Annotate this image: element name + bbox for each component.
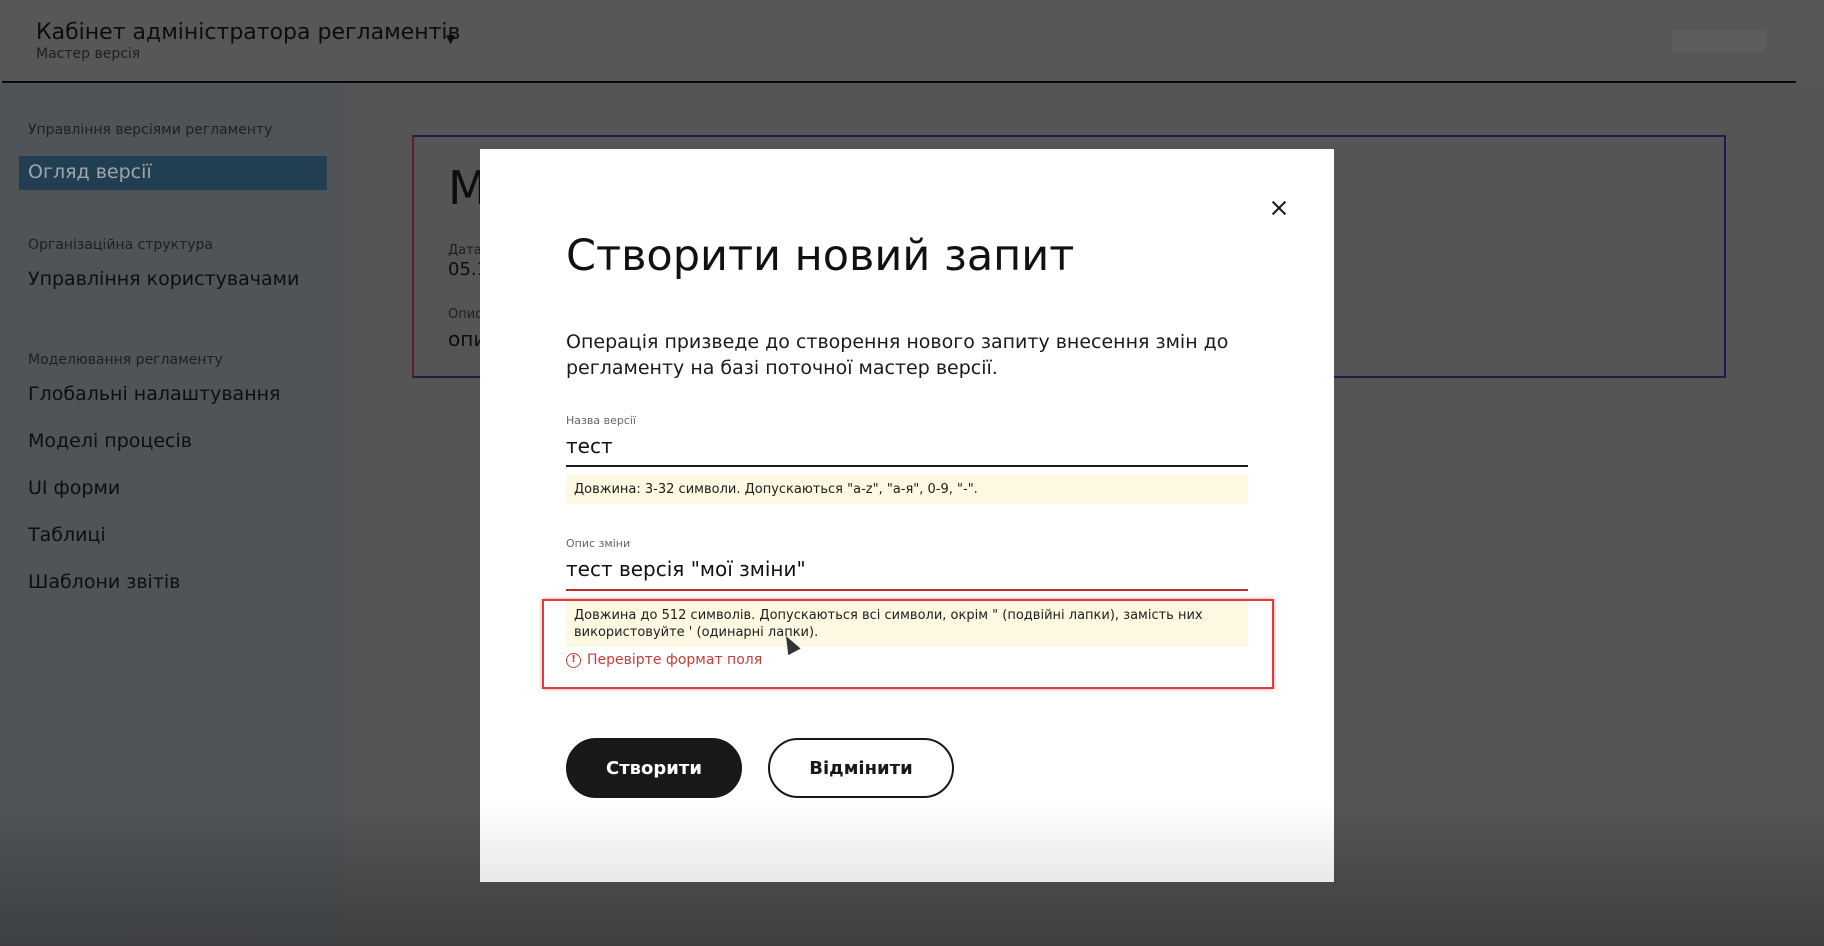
version-name-label: Назва версії	[566, 414, 636, 427]
version-name-hint: Довжина: 3-32 символи. Допускаються "a-z…	[566, 475, 1248, 504]
app-title[interactable]: Кабінет адміністратора регламентів	[36, 20, 461, 45]
app-subtitle: Мастер версія	[36, 46, 141, 62]
create-request-dialog: Створити новий запит Операція призведе д…	[480, 149, 1334, 882]
version-name-underline	[566, 465, 1248, 467]
change-description-underline	[566, 589, 1248, 591]
dialog-title: Створити новий запит	[566, 231, 1075, 281]
sidebar-item-tables[interactable]: Таблиці	[28, 524, 106, 546]
sidebar-item-process-models[interactable]: Моделі процесів	[28, 430, 192, 452]
date-label: Дата	[448, 243, 482, 258]
change-description-input[interactable]	[566, 557, 1248, 587]
sidebar-item-version-overview[interactable]: Огляд версії	[19, 156, 327, 190]
change-description-hint: Довжина до 512 символів. Допускаються вс…	[566, 601, 1248, 647]
sidebar-section-versions: Управління версіями регламенту	[28, 122, 273, 138]
sidebar-item-users[interactable]: Управління користувачами	[28, 268, 299, 290]
version-name-input[interactable]	[566, 434, 1248, 464]
description-label: Опис	[448, 307, 483, 322]
dialog-bottom-fade	[480, 799, 1334, 882]
sidebar-section-org: Організаційна структура	[28, 237, 213, 253]
sidebar-section-modeling: Моделювання регламенту	[28, 352, 223, 368]
error-icon: !	[566, 652, 581, 668]
sidebar-item-global-settings[interactable]: Глобальні налаштування	[28, 383, 280, 405]
user-menu[interactable]	[1672, 30, 1766, 52]
cancel-button[interactable]: Відмінити	[768, 738, 954, 798]
sidebar-item-report-templates[interactable]: Шаблони звітів	[28, 571, 180, 593]
app-header: Кабінет адміністратора регламентів ▼ Мас…	[0, 0, 1824, 83]
sidebar-item-ui-forms[interactable]: UI форми	[28, 477, 120, 499]
sidebar-bottom-shade	[0, 800, 344, 946]
change-description-label: Опис зміни	[566, 537, 631, 550]
create-button[interactable]: Створити	[566, 738, 742, 798]
error-message: Перевірте формат поля	[587, 652, 763, 668]
chevron-down-icon[interactable]: ▼	[446, 32, 455, 46]
close-icon[interactable]	[1264, 193, 1294, 223]
dialog-description: Операція призведе до створення нового за…	[566, 331, 1229, 379]
change-description-error: ! Перевірте формат поля	[566, 652, 762, 668]
